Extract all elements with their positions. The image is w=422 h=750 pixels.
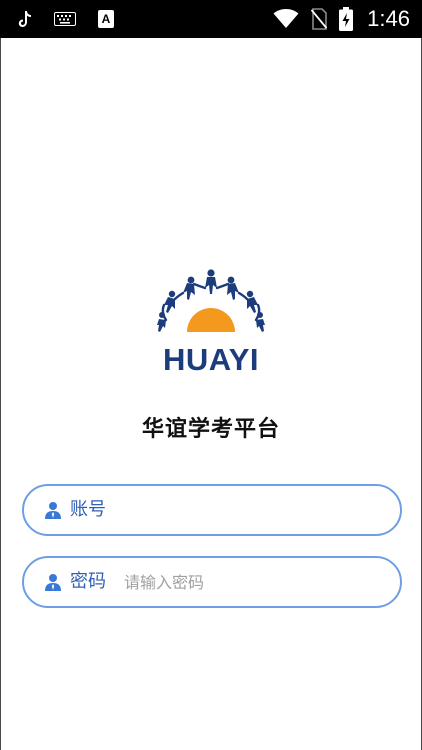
huayi-logo: HUAYI [157, 268, 265, 380]
user-icon [45, 574, 61, 591]
keyboard-icon [54, 12, 76, 26]
password-input[interactable] [124, 572, 354, 592]
no-sim-icon [311, 8, 328, 30]
password-label: 密码 [70, 571, 106, 592]
app-a-icon: A [98, 10, 114, 28]
app-title: 华谊学考平台 [141, 417, 280, 442]
password-field[interactable]: 密码 [22, 556, 402, 608]
account-field[interactable]: 账号 [22, 484, 402, 536]
status-bar-right: 1:46 [273, 6, 410, 32]
account-input[interactable] [124, 500, 354, 520]
status-bar-left: A [18, 7, 114, 31]
battery-charging-icon [339, 7, 354, 31]
user-icon [45, 502, 61, 519]
status-bar: A 1:46 [0, 0, 422, 38]
status-time: 1:46 [367, 6, 410, 31]
logo-emblem [157, 269, 265, 332]
logo-text: HUAYI [162, 342, 260, 377]
account-label: 账号 [70, 499, 106, 520]
tiktok-icon [18, 11, 31, 27]
wifi-icon [273, 9, 299, 28]
frame-edge-left [0, 38, 1, 750]
